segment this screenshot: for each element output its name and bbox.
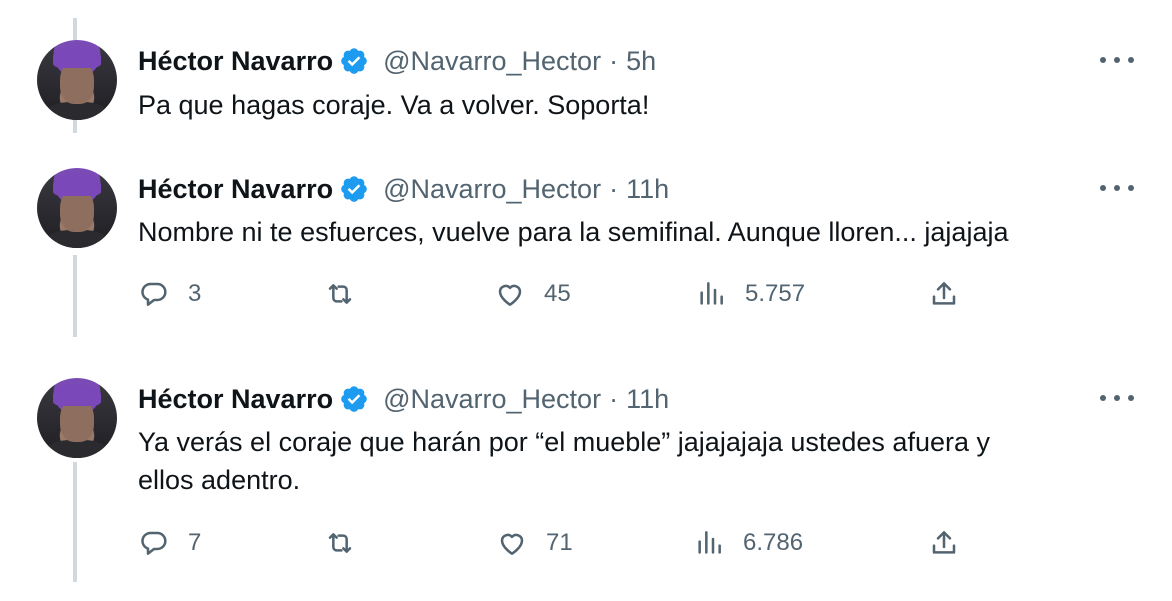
author-name[interactable]: Héctor Navarro [138, 174, 333, 205]
share-button[interactable] [928, 525, 960, 561]
views-icon [698, 531, 721, 554]
author-handle[interactable]: @Navarro_Hector [383, 46, 601, 77]
share-icon [932, 282, 956, 305]
avatar[interactable] [37, 378, 117, 458]
tweet-text-line-1: Ya verás el coraje que harán por “el mue… [138, 427, 990, 457]
like-count: 71 [546, 529, 573, 556]
retweet-button[interactable] [324, 525, 374, 561]
like-icon [500, 533, 524, 555]
more-icon[interactable] [1100, 393, 1134, 403]
reply-count: 3 [188, 280, 202, 307]
separator-dot: · [609, 45, 619, 76]
author-handle[interactable]: @Navarro_Hector [383, 384, 601, 415]
tweet-header: Héctor Navarro @Navarro_Hector · 5h [138, 42, 656, 80]
more-icon[interactable] [1100, 55, 1134, 65]
verified-badge-icon [341, 176, 367, 202]
views-icon [700, 282, 723, 305]
avatar[interactable] [37, 168, 117, 248]
reply-count: 7 [188, 529, 202, 556]
reply-icon [141, 282, 167, 306]
timestamp[interactable]: 11h [626, 384, 669, 415]
verified-badge-icon [341, 386, 367, 412]
tweet-header: Héctor Navarro @Navarro_Hector · 11h [138, 170, 669, 208]
tweet-text: Ya verás el coraje que harán por “el mue… [138, 423, 1118, 499]
tweet-3[interactable]: Héctor Navarro @Navarro_Hector · 11h Ya … [0, 340, 1172, 601]
author-handle[interactable]: @Navarro_Hector [383, 174, 601, 205]
separator-dot: · [609, 383, 619, 414]
verified-badge-icon [341, 48, 367, 74]
timestamp[interactable]: 11h [626, 174, 669, 205]
reply-button[interactable]: 7 [138, 525, 201, 561]
views-count: 6.786 [743, 529, 804, 556]
tweet-text: Pa que hagas coraje. Va a volver. Soport… [138, 90, 650, 120]
retweet-icon [328, 533, 352, 553]
share-button[interactable] [928, 276, 960, 312]
tweet-1[interactable]: Héctor Navarro @Navarro_Hector · 5h Pa q… [0, 0, 1172, 140]
author-name[interactable]: Héctor Navarro [138, 384, 333, 415]
like-count: 45 [544, 280, 571, 307]
retweet-icon [328, 284, 352, 304]
reply-icon [141, 531, 167, 555]
timestamp[interactable]: 5h [626, 46, 656, 77]
author-name[interactable]: Héctor Navarro [138, 46, 333, 77]
tweet-text-line-2: ellos adentro. [138, 465, 301, 495]
avatar[interactable] [37, 40, 117, 120]
reply-button[interactable]: 3 [138, 276, 201, 312]
like-button[interactable]: 45 [494, 276, 571, 312]
tweet-2[interactable]: Héctor Navarro @Navarro_Hector · 11h Nom… [0, 140, 1172, 340]
tweet-actions: 3 45 5.757 [138, 276, 968, 312]
like-icon [498, 284, 522, 306]
share-icon [932, 531, 956, 554]
like-button[interactable]: 71 [496, 525, 573, 561]
tweet-text: Nombre ni te esfuerces, vuelve para la s… [138, 217, 1009, 247]
retweet-button[interactable] [324, 276, 374, 312]
tweet-header: Héctor Navarro @Navarro_Hector · 11h [138, 380, 669, 418]
views-button[interactable]: 5.757 [695, 276, 805, 312]
tweet-actions: 7 71 6.786 [138, 525, 968, 561]
more-icon[interactable] [1100, 183, 1134, 193]
views-button[interactable]: 6.786 [693, 525, 803, 561]
separator-dot: · [609, 173, 619, 204]
views-count: 5.757 [745, 280, 806, 307]
